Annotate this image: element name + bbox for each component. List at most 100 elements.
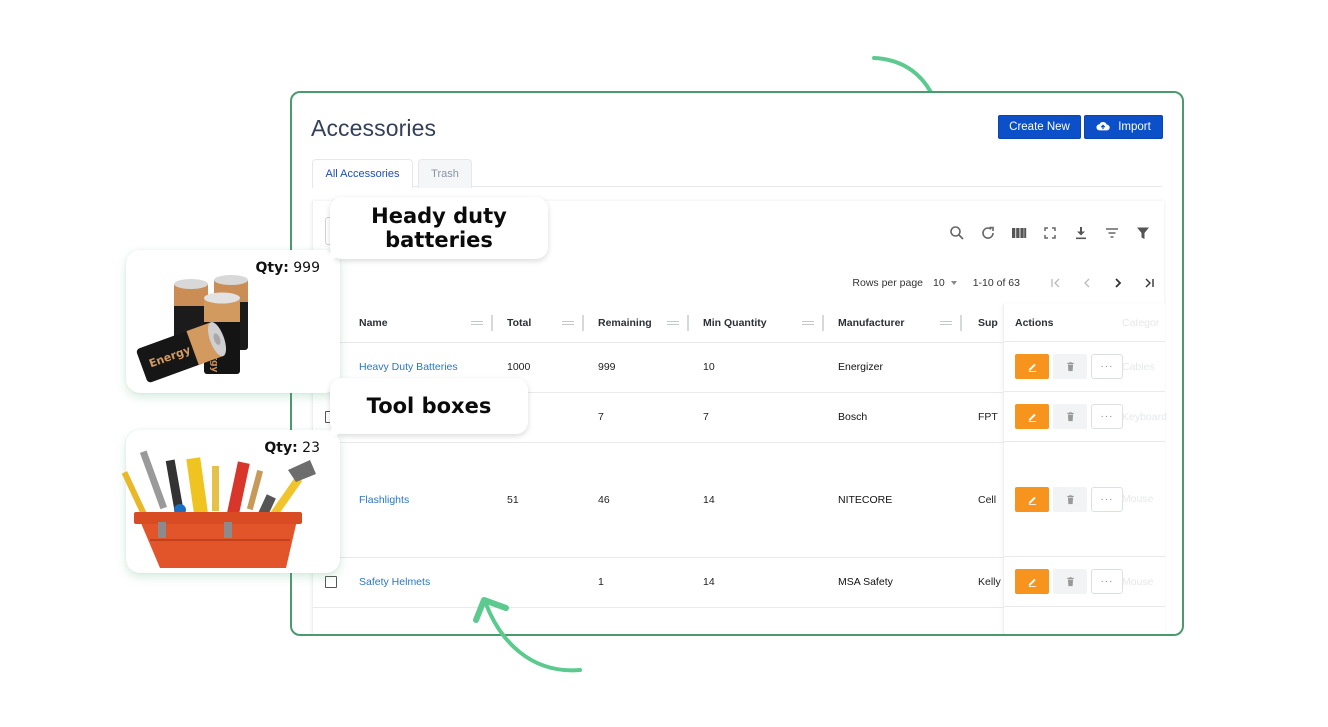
header-remaining[interactable]: Remaining [590,304,695,343]
cell-category-faded: Keyboard [1122,410,1167,423]
accessories-card: Accessories Create New Import All Access… [290,91,1184,636]
delete-button[interactable] [1053,404,1087,429]
column-drag-handle[interactable] [667,314,689,331]
header-total[interactable]: Total [499,304,590,343]
edit-button[interactable] [1015,404,1049,429]
toolbox-image [121,450,316,568]
refresh-icon[interactable] [978,223,997,242]
cell-total: 51 [499,442,590,558]
row-actions: ··· Mouse [1004,557,1165,607]
page-title: Accessories [311,115,437,141]
first-page-icon [1050,278,1059,288]
table-toolbar [947,223,1152,242]
tab-all-accessories[interactable]: All Accessories [312,159,413,188]
last-page-button[interactable] [1133,276,1164,290]
trash-icon [1066,411,1074,422]
pencil-icon [1028,363,1036,372]
prev-page-button[interactable] [1071,276,1102,290]
batteries-callout-bubble: Heady duty batteries [330,197,548,259]
cell-remaining: 999 [590,342,695,393]
item-name-link[interactable]: Heavy Duty Batteries [359,361,458,373]
bubble-tail [320,250,348,268]
columns-icon[interactable] [1009,223,1028,242]
rows-per-page-label: Rows per page [852,277,924,289]
cloud-upload-icon [1096,120,1110,135]
pagination: Rows per page 10 1-10 of 63 [852,273,1164,293]
last-page-icon [1145,278,1154,288]
next-page-button[interactable] [1102,276,1133,290]
tab-trash[interactable]: Trash [418,159,472,188]
table-row: Flashlights 51 46 14 NITECORE Cell [313,442,1010,558]
tab-bar: All Accessories Trash [312,159,1162,188]
more-options-button[interactable]: ··· [1091,404,1123,429]
search-icon[interactable] [947,223,966,242]
pencil-icon [1028,578,1036,587]
cell-manufacturer: NITECORE [830,442,968,558]
column-drag-handle[interactable] [802,314,824,331]
arrow-bottom-decoration [473,597,582,673]
chevron-right-icon [1114,278,1121,288]
cell-category-faded: Cables [1122,360,1155,373]
header-category-faded: Categor [1122,316,1160,329]
page-range: 1-10 of 63 [972,277,1020,289]
cell-category-faded: Mouse [1122,493,1154,505]
cell-manufacturer: MSA Safety [830,557,968,608]
delete-button[interactable] [1053,354,1087,379]
edit-button[interactable] [1015,569,1049,594]
column-drag-handle[interactable] [471,314,493,331]
cell-category-faded: Mouse [1122,575,1154,588]
trash-icon [1066,576,1074,587]
row-actions: ··· Keyboard [1004,392,1167,442]
header-name[interactable]: Name [359,304,499,343]
toolbox-product-card: Qty: 23 [121,430,340,573]
table-header-row: Name Total Remaining Min Quantity Manufa… [313,304,1010,343]
cell-remaining: 1 [590,557,695,608]
trash-icon [1066,494,1074,504]
toolbox-callout-bubble: Tool boxes [330,378,528,434]
caret-down-icon [950,281,957,285]
cell-manufacturer: Energizer [830,342,968,393]
pencil-icon [1028,496,1036,505]
edit-button[interactable] [1015,354,1049,379]
item-name-link[interactable]: Flashlights [359,494,409,506]
rows-per-page-value: 10 [933,277,945,289]
delete-button[interactable] [1053,486,1087,512]
cell-min-qty: 10 [695,342,830,393]
first-page-button[interactable] [1040,276,1071,290]
more-options-button[interactable]: ··· [1091,354,1123,379]
pencil-icon [1028,413,1036,422]
accessories-table: Name Total Remaining Min Quantity Manufa… [313,304,1010,608]
cell-remaining: 7 [590,392,695,443]
sort-filter-icon[interactable] [1102,223,1121,242]
batteries-product-card: Qty: 999 Energy Energy [126,250,340,393]
row-actions: ··· Cables [1004,342,1165,392]
cell-manufacturer: Bosch [830,392,968,443]
fullscreen-icon[interactable] [1040,223,1059,242]
item-name-link[interactable]: Safety Helmets [359,576,430,588]
header-manufacturer[interactable]: Manufacturer [830,304,968,343]
import-button-label: Import [1118,121,1151,133]
delete-button[interactable] [1053,569,1087,594]
funnel-icon[interactable] [1133,223,1152,242]
create-new-button[interactable]: Create New [998,115,1081,139]
row-actions: ··· Mouse [1004,442,1165,557]
more-options-button[interactable]: ··· [1091,486,1123,512]
cell-min-qty: 14 [695,442,830,558]
chevron-left-icon [1083,278,1089,288]
bubble-tail [320,428,348,446]
more-options-button[interactable]: ··· [1091,569,1123,594]
trash-icon [1066,361,1074,372]
cell-remaining: 46 [590,442,695,558]
header-actions: Actions [1015,316,1054,329]
row-checkbox[interactable] [325,576,337,588]
edit-button[interactable] [1015,486,1049,512]
import-button[interactable]: Import [1084,115,1163,139]
download-icon[interactable] [1071,223,1090,242]
column-drag-handle[interactable] [562,314,584,331]
cell-min-qty: 14 [695,557,830,608]
batteries-image: Energy Energy [136,275,248,383]
header-min-quantity[interactable]: Min Quantity [695,304,830,343]
table-row: Safety Helmets 1 14 MSA Safety Kelly [313,557,1010,608]
column-drag-handle[interactable] [940,314,962,331]
rows-per-page-select[interactable]: 10 [933,277,957,289]
